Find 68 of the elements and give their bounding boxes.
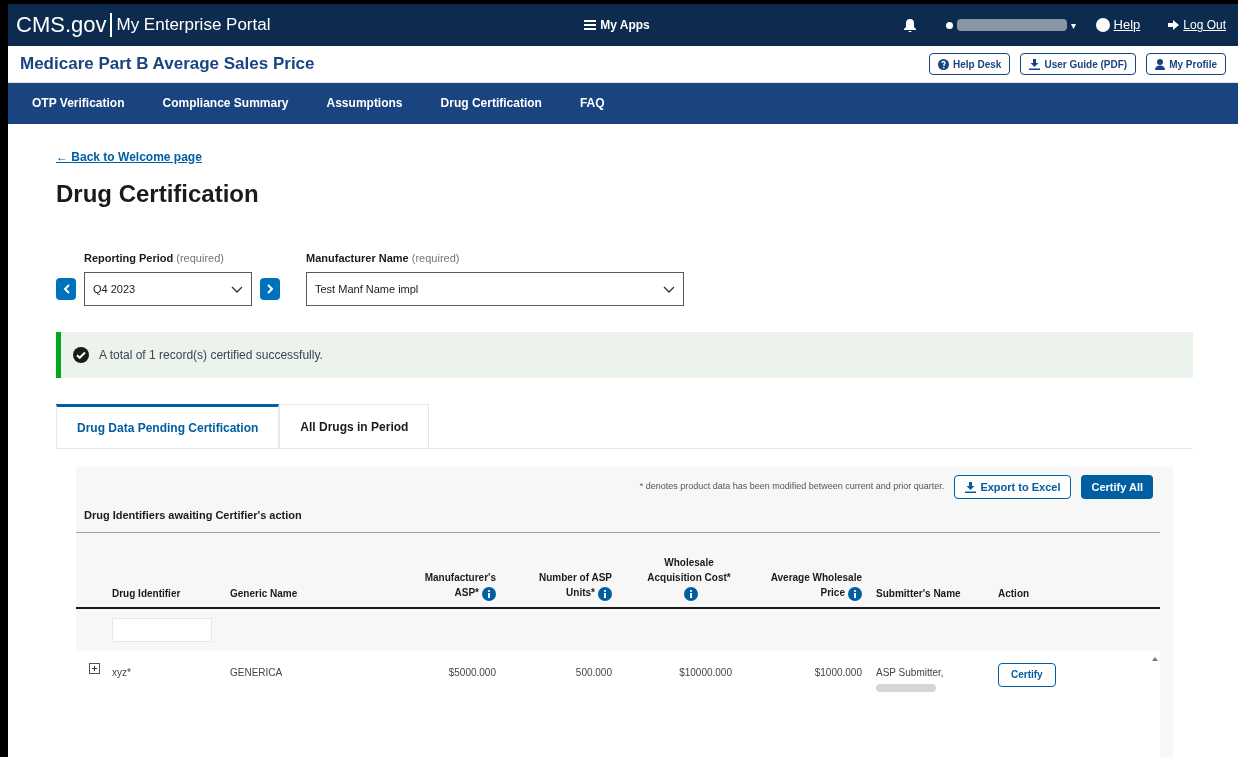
filter-input[interactable] <box>112 617 212 642</box>
scroll-up-icon[interactable] <box>1152 656 1158 661</box>
table-cell-text: $10000.000 <box>679 665 732 680</box>
field-label: Reporting Period (required) <box>84 250 225 266</box>
nav-link[interactable]: OTP Verification <box>32 94 125 113</box>
avatar-icon <box>945 21 953 29</box>
nav-link[interactable]: FAQ <box>579 94 605 113</box>
expand-icon[interactable] <box>88 662 100 674</box>
table-cell-text: $5000.000 <box>448 665 496 680</box>
action-button[interactable]: Export to Excel <box>954 475 1072 499</box>
tab[interactable]: Drug Data Pending Certification <box>56 404 280 448</box>
download-icon <box>1029 58 1041 70</box>
info-icon[interactable] <box>482 586 496 601</box>
logout-link[interactable]: Log Out <box>1168 16 1226 35</box>
chevron-down-icon <box>663 285 675 293</box>
column-header: Wholesale Acquisition Cost* <box>641 555 737 601</box>
app-title: Medicare Part B Average Sales Price <box>20 53 315 76</box>
column-header: Drug Identifier <box>112 586 182 601</box>
chevron-left-icon <box>62 284 70 294</box>
nav-link[interactable]: Compliance Summary <box>162 94 289 113</box>
bell-icon[interactable] <box>903 18 916 32</box>
table-cell-text: $1000.000 <box>814 665 862 680</box>
info-icon[interactable] <box>598 586 612 601</box>
table-cell-text: GENERICA <box>230 665 283 680</box>
help-link[interactable]: Help <box>1095 15 1141 35</box>
previous-button[interactable] <box>56 278 76 300</box>
column-header: Submitter's Name <box>876 586 962 601</box>
column-header: Manufacturer's ASP* <box>423 571 496 601</box>
list-icon <box>584 20 597 31</box>
nav-link[interactable]: Drug Certification <box>440 94 542 113</box>
blurred-name <box>876 683 936 692</box>
help-icon <box>938 58 950 70</box>
header-button[interactable]: My Profile <box>1146 53 1226 76</box>
back-link[interactable]: ← Back to Welcome page <box>56 149 202 164</box>
table-cell-text: ASP Submitter, <box>876 665 944 680</box>
page-title: Drug Certification <box>56 178 260 209</box>
tab[interactable]: All Drugs in Period <box>279 404 430 448</box>
header-button[interactable]: Help Desk <box>929 53 1011 76</box>
column-header: Generic Name <box>230 586 299 601</box>
info-icon[interactable] <box>848 586 862 601</box>
exit-icon <box>1168 20 1180 31</box>
field-label: Manufacturer Name (required) <box>306 250 461 266</box>
check-icon <box>73 347 89 363</box>
download-icon <box>965 481 977 493</box>
user-menu[interactable]: ▾ <box>945 17 1076 33</box>
info-icon[interactable] <box>683 586 698 601</box>
select-field[interactable]: Test Manf Name impl <box>306 272 684 306</box>
column-header: Number of ASP Units* <box>538 571 612 601</box>
select-field[interactable]: Q4 2023 <box>84 272 252 306</box>
portal-name: My Enterprise Portal <box>115 14 271 37</box>
alert-message: A total of 1 record(s) certified successfully. <box>99 347 323 364</box>
action-button[interactable]: Certify All <box>1081 475 1153 499</box>
person-icon <box>1155 58 1166 70</box>
column-header: Average Wholesale Price <box>769 571 862 601</box>
certify-button[interactable]: Certify <box>998 662 1056 687</box>
table-caption: Drug Identifiers awaiting Certifier's action <box>76 507 1160 533</box>
header-button[interactable]: User Guide (PDF) <box>1020 53 1137 76</box>
apps-menu[interactable]: My Apps <box>584 16 650 35</box>
table-cell-text: 500.000 <box>575 665 612 680</box>
column-header: Action <box>998 586 1031 601</box>
caret-icon: ▾ <box>1070 17 1076 33</box>
chevron-down-icon <box>231 285 243 293</box>
next-button[interactable] <box>260 278 280 300</box>
chevron-right-icon <box>266 284 274 294</box>
logo[interactable]: CMS.gov <box>16 13 113 38</box>
note-text: * denotes product data has been modified between current and prior quarter. <box>639 480 945 494</box>
nav-link[interactable]: Assumptions <box>326 94 403 113</box>
table-cell-text: xyz* <box>112 665 131 680</box>
